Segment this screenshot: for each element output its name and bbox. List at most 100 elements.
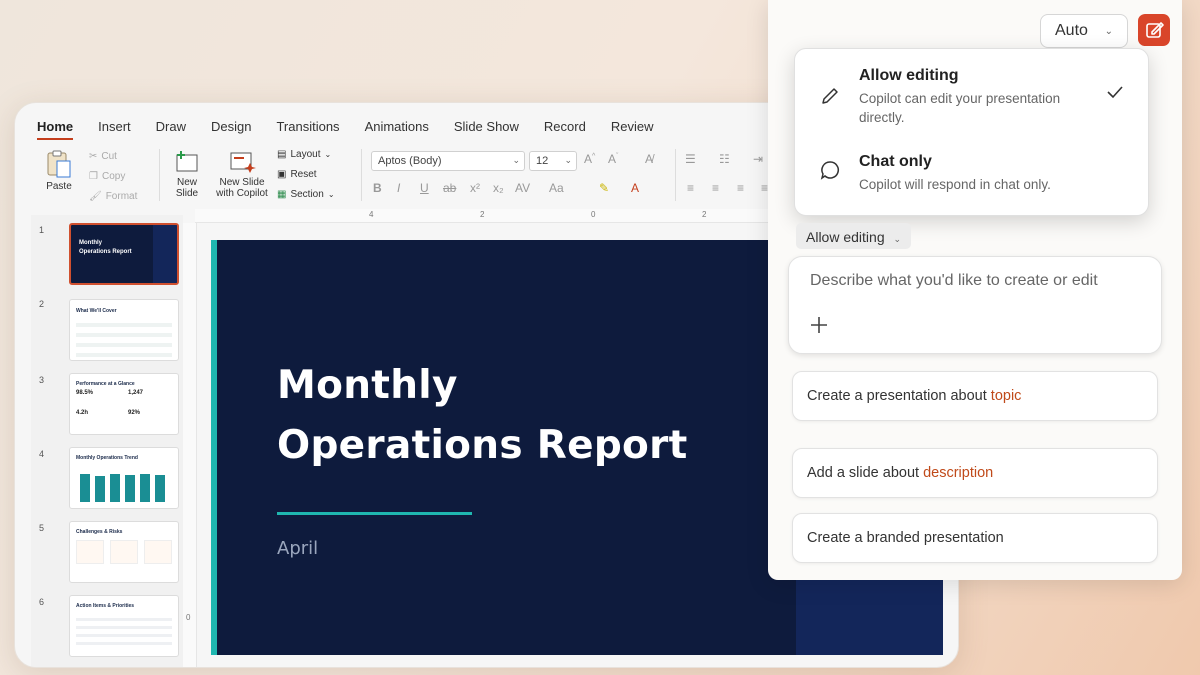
thumbnail-card — [110, 540, 138, 564]
tab-animations[interactable]: Animations — [365, 119, 429, 140]
superscript-icon[interactable]: x² — [470, 181, 480, 195]
slide-thumbnail-4[interactable]: Monthly Operations Trend — [69, 447, 179, 509]
justify-icon[interactable]: ≡ — [761, 181, 768, 195]
font-name-select[interactable]: Aptos (Body) ⌄ — [371, 151, 525, 171]
italic-icon[interactable]: I — [397, 181, 400, 195]
slide-number: 4 — [39, 449, 45, 459]
reset-button[interactable]: ▣ Reset — [277, 169, 317, 180]
tab-transitions[interactable]: Transitions — [276, 119, 339, 140]
font-color-icon[interactable]: A — [631, 181, 639, 195]
thumbnail-list — [76, 317, 172, 357]
paste-button[interactable]: Paste — [39, 149, 79, 192]
checkmark-icon — [1107, 86, 1123, 99]
suggestion-placeholder: description — [923, 465, 994, 481]
align-right-icon[interactable]: ≡ — [737, 181, 744, 195]
clear-formatting-icon[interactable]: A̸ — [645, 152, 653, 166]
suggestion-text: Create a branded presentation — [807, 530, 1004, 546]
bold-icon[interactable]: B — [373, 181, 382, 195]
slide-subtitle[interactable]: April — [277, 538, 318, 559]
menu-item-chat-only[interactable]: Chat only Copilot will respond in chat o… — [795, 135, 1150, 219]
numbering-icon[interactable]: ☷ — [719, 152, 730, 166]
slide-title[interactable]: Monthly Operations Report — [277, 356, 688, 476]
suggestion-add-slide[interactable]: Add a slide about description — [792, 448, 1158, 498]
copy-button[interactable]: ❐ Copy — [89, 171, 125, 182]
layout-button[interactable]: ▤ Layout ⌄ — [277, 149, 331, 160]
thumbnail-card — [144, 540, 172, 564]
tab-review[interactable]: Review — [611, 119, 654, 140]
thumbnail-table — [76, 613, 172, 649]
new-slide-with-copilot-button[interactable]: New Slide with Copilot — [211, 149, 273, 199]
align-left-icon[interactable]: ≡ — [687, 181, 694, 195]
tab-draw[interactable]: Draw — [156, 119, 186, 140]
thumbnail-stat: 98.5% — [76, 390, 94, 396]
prompt-placeholder: Describe what you'd like to create or ed… — [810, 272, 1098, 289]
subscript-icon[interactable]: x₂ — [493, 181, 504, 195]
layout-label: Layout — [290, 149, 321, 160]
slide-thumbnail-3[interactable]: Performance at a Glance 98.5% 1,247 4.2h… — [69, 373, 179, 435]
slide-number: 6 — [39, 597, 45, 607]
suggestion-create-presentation[interactable]: Create a presentation about topic — [792, 371, 1158, 421]
slide-thumbnail-6[interactable]: Action Items & Priorities — [69, 595, 179, 657]
font-name-value: Aptos (Body) — [378, 155, 442, 167]
slide-divider-line — [277, 512, 472, 515]
section-label: Section — [290, 189, 324, 200]
font-size-select[interactable]: 12 ⌄ — [529, 151, 577, 171]
ribbon-divider — [675, 149, 676, 201]
suggestion-text: Create a presentation about — [807, 388, 991, 404]
tab-home[interactable]: Home — [37, 119, 74, 140]
copy-label: Copy — [101, 171, 126, 182]
indent-icon[interactable]: ⇥ — [753, 152, 763, 166]
chevron-down-icon: ⌄ — [512, 155, 520, 165]
slide-title-line-2: Operations Report — [277, 423, 688, 468]
vertical-ruler: 0 — [183, 223, 197, 667]
chevron-down-icon: ⌄ — [327, 190, 335, 199]
auto-mode-dropdown[interactable]: Auto ⌄ — [1040, 14, 1128, 48]
strikethrough-icon[interactable]: ab — [443, 181, 456, 195]
character-spacing-icon[interactable]: AV — [515, 181, 530, 195]
menu-item-allow-editing[interactable]: Allow editing Copilot can edit your pres… — [795, 49, 1150, 133]
align-center-icon[interactable]: ≡ — [712, 181, 719, 195]
ruler-mark: 0 — [591, 210, 596, 219]
reset-label: Reset — [290, 169, 317, 180]
pencil-icon — [822, 88, 838, 104]
new-slide-button[interactable]: New Slide — [169, 149, 205, 199]
suggestion-branded-presentation[interactable]: Create a branded presentation — [792, 513, 1158, 563]
shrink-font-icon[interactable]: Aˇ — [608, 152, 618, 166]
cut-label: Cut — [101, 151, 117, 162]
change-case-icon[interactable]: Aa — [549, 181, 564, 195]
new-chat-button[interactable] — [1138, 14, 1170, 46]
underline-icon[interactable]: U — [420, 181, 429, 195]
slide-number: 2 — [39, 299, 45, 309]
thumbnail-stat: 4.2h — [76, 410, 89, 416]
section-button[interactable]: ▦ Section ⌄ — [277, 189, 335, 200]
grow-font-icon[interactable]: A^ — [584, 152, 595, 166]
copilot-prompt-input[interactable]: Describe what you'd like to create or ed… — [788, 256, 1162, 354]
auto-mode-label: Auto — [1055, 22, 1088, 39]
bullets-icon[interactable]: ☰ — [685, 152, 696, 166]
format-painter-button[interactable]: 🖌 Format — [89, 191, 137, 202]
tab-design[interactable]: Design — [211, 119, 251, 140]
menu-item-title: Chat only — [859, 153, 932, 170]
suggestion-placeholder: topic — [990, 388, 1022, 404]
thumbnail-bar-chart — [80, 474, 165, 502]
new-slide-copilot-label-2: with Copilot — [216, 188, 268, 199]
slide-thumbnail-5[interactable]: Challenges & Risks — [69, 521, 179, 583]
slide-thumbnail-1[interactable]: Monthly Operations Report — [69, 223, 179, 285]
slide-thumbnail-2[interactable]: What We'll Cover — [69, 299, 179, 361]
ribbon-divider — [361, 149, 362, 201]
section-icon: ▦ — [277, 189, 287, 200]
cut-button[interactable]: ✂ Cut — [89, 151, 117, 162]
plus-icon[interactable] — [809, 315, 829, 335]
tab-slide-show[interactable]: Slide Show — [454, 119, 519, 140]
slide-title-line-1: Monthly — [277, 363, 458, 408]
slide-number: 3 — [39, 375, 45, 385]
tab-insert[interactable]: Insert — [98, 119, 131, 140]
editing-mode-selector[interactable]: Allow editing ⌄ — [796, 223, 912, 249]
thumbnail-card — [76, 540, 104, 564]
brush-icon: 🖌 — [89, 191, 102, 202]
chevron-down-icon: ⌄ — [324, 150, 332, 159]
tab-record[interactable]: Record — [544, 119, 586, 140]
menu-item-description: Copilot can edit your presentation direc… — [859, 91, 1061, 125]
thumbnail-title: Challenges & Risks — [76, 529, 123, 535]
highlighter-icon[interactable]: ✎ — [599, 181, 609, 195]
